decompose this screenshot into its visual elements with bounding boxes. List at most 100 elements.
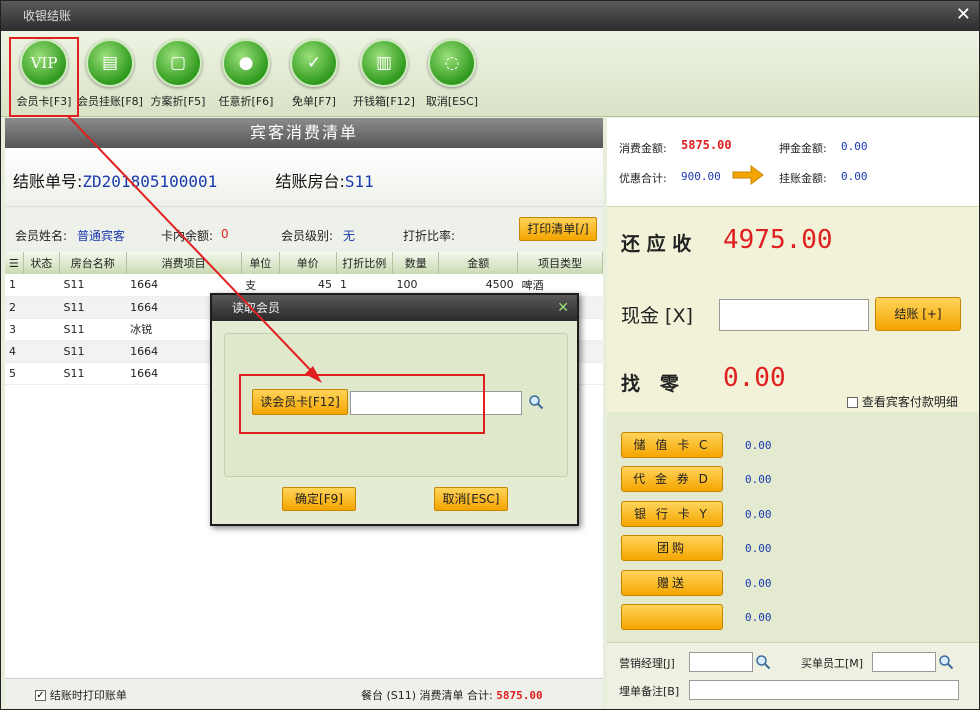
row-number: 1 bbox=[5, 274, 24, 297]
bill-no: ZD201805100001 bbox=[82, 172, 218, 191]
deposit-label: 押金金额: bbox=[779, 142, 827, 155]
gift-button[interactable]: 赠送 bbox=[621, 570, 723, 596]
extra-payment-button[interactable] bbox=[621, 604, 723, 630]
col-amount[interactable]: 金额 bbox=[438, 252, 519, 274]
dialog-ok-button[interactable]: 确定[F9] bbox=[282, 487, 356, 511]
bank-card-amount: 0.00 bbox=[745, 508, 772, 521]
free-bill-label: 免单[F7] bbox=[292, 95, 336, 108]
bill-footer: ✓ 结账时打印账单 餐台 (S11) 消费清单 合计: 5875.00 bbox=[5, 678, 603, 708]
cell-status bbox=[23, 362, 60, 385]
summary-prefix: 餐台 (S11) 消费清单 合计: bbox=[361, 689, 493, 702]
buyer-input[interactable] bbox=[872, 652, 936, 672]
bill-info: 结账单号:ZD201805100001 结账房台:S11 bbox=[5, 148, 603, 206]
manager-label: 营销经理[J] bbox=[619, 657, 675, 670]
due-amount: 4975.00 bbox=[723, 225, 833, 255]
col-room[interactable]: 房台名称 bbox=[59, 252, 127, 274]
group-buy-amount: 0.00 bbox=[745, 542, 772, 555]
consume-label: 消费金额: bbox=[619, 142, 667, 155]
col-price[interactable]: 单价 bbox=[279, 252, 337, 274]
card-search-icon[interactable] bbox=[528, 394, 544, 410]
any-discount-label: 任意折[F6] bbox=[218, 95, 274, 108]
room-label: 结账房台: bbox=[275, 172, 345, 191]
dialog-title-bar: 读取会员 ✕ bbox=[212, 295, 577, 321]
col-ratio[interactable]: 打折比例 bbox=[336, 252, 394, 274]
cancel-label: 取消[ESC] bbox=[425, 95, 479, 108]
read-card-highlight-box bbox=[239, 374, 485, 434]
col-qty[interactable]: 数量 bbox=[392, 252, 440, 274]
member-level-label: 会员级别: bbox=[281, 229, 334, 243]
payment-methods: 储 值 卡 C 0.00 代 金 券 D 0.00 银 行 卡 Y 0.00 团… bbox=[607, 414, 979, 636]
member-level: 无 bbox=[343, 229, 356, 243]
checkout-button[interactable]: 结账 [+] bbox=[875, 297, 961, 331]
dialog-cancel-button[interactable]: 取消[ESC] bbox=[434, 487, 508, 511]
col-item[interactable]: 消费项目 bbox=[126, 252, 242, 274]
cell-status bbox=[23, 274, 60, 297]
free-bill-icon: ✓ bbox=[290, 39, 338, 87]
plan-discount-button[interactable]: ▢ 方案折[F5] bbox=[143, 39, 213, 109]
stored-value-card-button[interactable]: 储 值 卡 C bbox=[621, 432, 723, 458]
bill-no-label: 结账单号: bbox=[13, 172, 83, 191]
voucher-amount: 0.00 bbox=[745, 473, 772, 486]
cell-status bbox=[23, 296, 60, 319]
row-number: 4 bbox=[5, 340, 24, 363]
cash-input[interactable] bbox=[719, 299, 869, 331]
title-bar: 收银结账 ✕ bbox=[1, 1, 979, 31]
cell-status bbox=[23, 318, 60, 341]
cell-status bbox=[23, 340, 60, 363]
cancel-button[interactable]: ◌ 取消[ESC] bbox=[417, 39, 487, 109]
manager-input[interactable] bbox=[689, 652, 753, 672]
free-bill-button[interactable]: ✓ 免单[F7] bbox=[279, 39, 349, 109]
discount-total-label: 优惠合计: bbox=[619, 172, 667, 185]
window-close-icon[interactable]: ✕ bbox=[956, 5, 971, 25]
charge-label: 挂账金额: bbox=[779, 172, 827, 185]
col-unit[interactable]: 单位 bbox=[241, 252, 280, 274]
payment-detail-checkbox[interactable]: 查看宾客付款明细 bbox=[847, 393, 958, 410]
row-selector-icon[interactable]: ☰ bbox=[5, 252, 24, 274]
member-charge-label: 会员挂账[F8] bbox=[77, 95, 143, 108]
charge-amount: 0.00 bbox=[841, 170, 868, 183]
vip-card-highlight-box bbox=[9, 37, 79, 117]
cash-drawer-icon: ▥ bbox=[360, 39, 408, 87]
cell-room: S11 bbox=[59, 296, 127, 319]
print-on-checkout-checkbox[interactable]: ✓ 结账时打印账单 bbox=[35, 687, 127, 703]
print-on-checkout-label: 结账时打印账单 bbox=[49, 689, 127, 702]
checkbox-checked-icon: ✓ bbox=[35, 690, 46, 701]
row-number: 2 bbox=[5, 296, 24, 319]
manager-search-icon[interactable] bbox=[755, 654, 771, 670]
note-label: 埋单备注[B] bbox=[619, 685, 680, 698]
voucher-button[interactable]: 代 金 券 D bbox=[621, 466, 723, 492]
row-number: 3 bbox=[5, 318, 24, 341]
change-amount: 0.00 bbox=[723, 363, 786, 393]
member-balance-label: 卡内余额: bbox=[161, 229, 214, 243]
summary-section: 消费金额: 5875.00 押金金额: 0.00 优惠合计: 900.00 挂账… bbox=[607, 118, 979, 206]
cash-drawer-button[interactable]: ▥ 开钱箱[F12] bbox=[349, 39, 419, 109]
any-discount-button[interactable]: ● 任意折[F6] bbox=[211, 39, 281, 109]
bill-list-title: 宾客消费清单 bbox=[5, 118, 603, 148]
summary-text: 餐台 (S11) 消费清单 合计: 5875.00 bbox=[361, 687, 543, 703]
gift-amount: 0.00 bbox=[745, 577, 772, 590]
cell-room: S11 bbox=[59, 340, 127, 363]
cell-room: S11 bbox=[59, 274, 127, 297]
col-status[interactable]: 状态 bbox=[23, 252, 60, 274]
toolbar: VIP 会员卡[F3] ▤ 会员挂账[F8] ▢ 方案折[F5] ● 任意折[F… bbox=[1, 31, 979, 117]
room-value: S11 bbox=[344, 172, 374, 191]
dialog-close-icon[interactable]: ✕ bbox=[557, 295, 569, 321]
discount-rate-label: 打折比率: bbox=[403, 229, 456, 243]
cash-label: 现金 [X] bbox=[621, 305, 693, 327]
note-input[interactable] bbox=[689, 680, 959, 700]
window-title: 收银结账 bbox=[23, 9, 72, 23]
due-label: 还 应 收 bbox=[621, 233, 692, 255]
settle-section: 还 应 收 4975.00 现金 [X] 结账 [+] 找 零 0.00 查看宾… bbox=[607, 206, 979, 412]
col-type[interactable]: 项目类型 bbox=[517, 252, 603, 274]
print-list-button[interactable]: 打印清单[/] bbox=[519, 217, 597, 241]
bank-card-button[interactable]: 银 行 卡 Y bbox=[621, 501, 723, 527]
table-header: ☰ 状态 房台名称 消费项目 单位 单价 打折比例 数量 金额 项目类型 bbox=[5, 252, 603, 274]
cell-room: S11 bbox=[59, 318, 127, 341]
arrow-right-icon bbox=[732, 165, 764, 185]
stored-value-amount: 0.00 bbox=[745, 439, 772, 452]
group-buy-button[interactable]: 团购 bbox=[621, 535, 723, 561]
member-charge-button[interactable]: ▤ 会员挂账[F8] bbox=[75, 39, 145, 109]
cancel-icon: ◌ bbox=[428, 39, 476, 87]
deposit-amount: 0.00 bbox=[841, 140, 868, 153]
buyer-search-icon[interactable] bbox=[938, 654, 954, 670]
